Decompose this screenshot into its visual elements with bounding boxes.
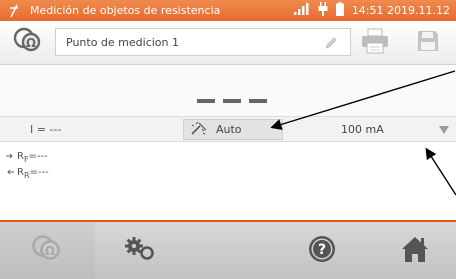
auto-mode-button[interactable]: Auto — [183, 119, 283, 140]
rf-label: R — [17, 151, 24, 162]
settings-icon — [122, 235, 158, 267]
result-display — [0, 66, 456, 116]
readings-panel: RF=--- RR=--- — [0, 143, 456, 220]
printer-icon — [361, 28, 389, 58]
current-range-select[interactable]: 100 mA — [286, 119, 456, 140]
help-button[interactable]: ? — [297, 222, 347, 279]
forward-arrow-icon — [6, 151, 14, 162]
signal-icon — [293, 3, 310, 18]
resistance-mode-icon: Ω — [13, 27, 43, 59]
rr-reading: RR=--- — [6, 167, 49, 180]
rr-label: R — [17, 167, 24, 178]
result-dash — [249, 99, 267, 103]
save-button[interactable] — [410, 27, 446, 59]
header-bar: Ω Punto de medicion 1 — [0, 21, 456, 65]
pencil-icon[interactable] — [324, 35, 338, 54]
print-button[interactable] — [357, 27, 393, 59]
auto-label: Auto — [216, 123, 242, 136]
svg-text:Ω: Ω — [26, 36, 36, 50]
settings-button[interactable] — [115, 222, 165, 279]
clock-time: 14:51 2019.11.12 — [351, 4, 450, 17]
measurement-icon — [6, 4, 22, 18]
status-bar: Medición de objetos de resistencia 14:51… — [0, 0, 456, 21]
battery-icon — [335, 2, 344, 19]
save-icon — [416, 29, 440, 57]
svg-text:Ω: Ω — [45, 244, 55, 258]
bottom-toolbar: Ω ? — [0, 222, 456, 279]
home-button[interactable] — [390, 222, 440, 279]
svg-text:?: ? — [318, 242, 326, 258]
result-dash — [223, 99, 241, 103]
status-title: Medición de objetos de resistencia — [30, 4, 221, 17]
rr-value: =--- — [29, 167, 49, 178]
chevron-down-icon — [439, 124, 449, 137]
help-icon: ? — [307, 234, 337, 268]
measurement-mode-button[interactable]: Ω — [22, 222, 72, 279]
resistance-mode-icon: Ω — [31, 234, 63, 268]
current-readout: I = --- — [30, 123, 62, 136]
rf-value: =--- — [28, 151, 48, 162]
range-value: 100 mA — [341, 123, 384, 136]
rf-subscript: F — [23, 155, 29, 164]
reverse-arrow-icon — [6, 167, 14, 178]
home-icon — [400, 235, 430, 267]
point-name: Punto de medicion 1 — [66, 35, 179, 49]
measurement-point-field[interactable]: Punto de medicion 1 — [55, 28, 351, 56]
parameters-row: I = --- Auto 100 mA — [0, 116, 456, 142]
resistance-mode-button[interactable]: Ω — [8, 27, 48, 59]
result-dash — [197, 99, 215, 103]
plug-icon — [318, 2, 328, 19]
rf-reading: RF=--- — [6, 151, 48, 164]
rr-subscript: R — [23, 171, 30, 180]
main-result-placeholder — [197, 99, 267, 103]
probe-icon — [190, 121, 208, 138]
